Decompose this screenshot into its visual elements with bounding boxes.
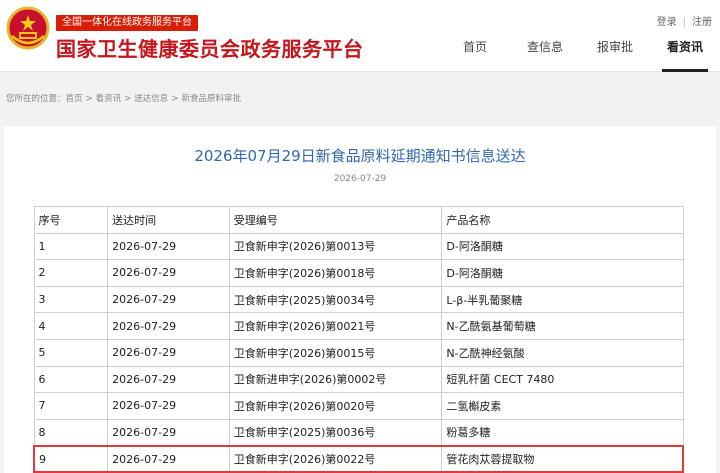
cell-product-name: N-乙酰氨基葡萄糖 (441, 312, 684, 340)
breadcrumb: 您所在的位置：首页 > 看资讯 > 送达信息 > 新食品原料审批 (6, 94, 241, 104)
nav-news[interactable]: 看资讯 (650, 36, 720, 72)
cell-delivery-time: 2026-07-29 (107, 444, 230, 473)
header-delivery-time: 送达时间 (107, 206, 230, 234)
cell-serial: 8 (33, 418, 109, 447)
cell-acceptance-no: 卫食新申字(2026)第0013号 (228, 232, 443, 261)
cell-delivery-time: 2026-07-29 (107, 285, 230, 314)
cell-serial: 9 (33, 444, 109, 473)
cell-delivery-time: 2026-07-29 (107, 418, 230, 447)
cell-serial: 3 (33, 285, 109, 314)
site-header: 全国一体化在线政务服务平台 国家卫生健康委员会政务服务平台 登录 | 注册 首页 查… (0, 0, 720, 72)
cell-delivery-time: 2026-07-29 (107, 365, 230, 394)
table-row: 1 2026-07-29 卫食新申字(2026)第0013号 D-阿洛酮糖 (33, 232, 684, 261)
cell-serial: 6 (33, 365, 109, 394)
cell-serial: 1 (33, 232, 109, 261)
table-row: 9 2026-07-29 卫食新申字(2026)第0022号 管花肉苁蓉提取物 (33, 444, 685, 473)
cell-acceptance-no: 卫食新申字(2026)第0018号 (228, 259, 443, 287)
top-links-divider: | (682, 17, 686, 28)
table-row: 5 2026-07-29 卫食新申字(2026)第0015号 N-乙酰神经氨酸 (33, 338, 684, 367)
header-serial: 序号 (33, 206, 109, 234)
breadcrumb-news[interactable]: 看资讯 (96, 94, 122, 104)
nav-query-info[interactable]: 查信息 (510, 36, 580, 72)
breadcrumb-prefix: 您所在的位置： (6, 94, 66, 104)
header-product-name: 产品名称 (441, 206, 684, 234)
cell-serial: 4 (33, 312, 109, 340)
cell-serial: 5 (33, 338, 109, 367)
breadcrumb-current[interactable]: 新食品原料审批 (181, 94, 241, 104)
cell-serial: 2 (33, 259, 109, 287)
table-row: 3 2026-07-29 卫食新申字(2025)第0034号 L-β-半乳葡聚糖 (33, 285, 684, 314)
cell-delivery-time: 2026-07-29 (107, 338, 230, 367)
cell-product-name: 短乳杆菌 CECT 7480 (441, 365, 684, 394)
nav-home[interactable]: 首页 (440, 36, 510, 72)
cell-product-name: 二氢槲皮素 (441, 392, 684, 420)
table-row: 2 2026-07-29 卫食新申字(2026)第0018号 D-阿洛酮糖 (33, 259, 684, 287)
breadcrumb-delivery-info[interactable]: 送达信息 (134, 94, 168, 104)
delivery-table: 序号 送达时间 受理编号 产品名称 1 2026-07-29 卫食新申字(2026)… (33, 206, 685, 473)
cell-acceptance-no: 卫食新申字(2026)第0015号 (228, 338, 443, 367)
platform-badge[interactable]: 全国一体化在线政务服务平台 (56, 15, 198, 31)
article-date: 2026-07-29 (333, 174, 387, 184)
table-row: 6 2026-07-29 卫食新进申字(2026)第0002号 短乳杆菌 CECT 7… (33, 365, 684, 394)
cell-acceptance-no: 卫食新申字(2025)第0036号 (228, 418, 443, 447)
cell-serial: 7 (33, 392, 109, 420)
top-links: 登录 | 注册 (657, 13, 712, 28)
breadcrumb-home[interactable]: 首页 (66, 94, 83, 104)
register-link[interactable]: 注册 (692, 17, 712, 28)
cell-delivery-time: 2026-07-29 (107, 392, 230, 420)
cell-product-name: D-阿洛酮糖 (441, 259, 684, 287)
main-nav: 首页 查信息 报审批 看资讯 (440, 36, 720, 72)
cell-acceptance-no: 卫食新申字(2026)第0020号 (228, 392, 443, 420)
cell-acceptance-no: 卫食新进申字(2026)第0002号 (228, 365, 443, 394)
cell-product-name: N-乙酰神经氨酸 (441, 338, 684, 367)
cell-delivery-time: 2026-07-29 (107, 259, 230, 287)
article-panel: 2026年07月29日新食品原料延期通知书信息送达 2026-07-29 序号 … (4, 126, 716, 473)
cell-product-name: 粉葛多糖 (441, 418, 684, 447)
national-emblem-icon (6, 6, 50, 50)
header-acceptance-no: 受理编号 (228, 206, 443, 234)
table-row: 7 2026-07-29 卫食新申字(2026)第0020号 二氢槲皮素 (33, 392, 684, 420)
table-header-row: 序号 送达时间 受理编号 产品名称 (33, 206, 684, 234)
nav-approval[interactable]: 报审批 (580, 36, 650, 72)
table-row: 4 2026-07-29 卫食新申字(2026)第0021号 N-乙酰氨基葡萄糖 (33, 312, 684, 340)
login-link[interactable]: 登录 (657, 17, 677, 28)
cell-product-name: L-β-半乳葡聚糖 (441, 285, 684, 314)
cell-acceptance-no: 卫食新申字(2026)第0021号 (228, 312, 443, 340)
cell-delivery-time: 2026-07-29 (107, 232, 230, 261)
cell-acceptance-no: 卫食新申字(2025)第0034号 (228, 285, 443, 314)
site-title[interactable]: 国家卫生健康委员会政务服务平台 (56, 33, 364, 62)
article-title: 2026年07月29日新食品原料延期通知书信息送达 (194, 147, 526, 165)
cell-product-name: 管花肉苁蓉提取物 (441, 444, 685, 473)
cell-delivery-time: 2026-07-29 (107, 312, 230, 340)
table-row: 8 2026-07-29 卫食新申字(2025)第0036号 粉葛多糖 (33, 418, 684, 447)
cell-product-name: D-阿洛酮糖 (441, 232, 684, 261)
cell-acceptance-no: 卫食新申字(2026)第0022号 (228, 444, 443, 473)
